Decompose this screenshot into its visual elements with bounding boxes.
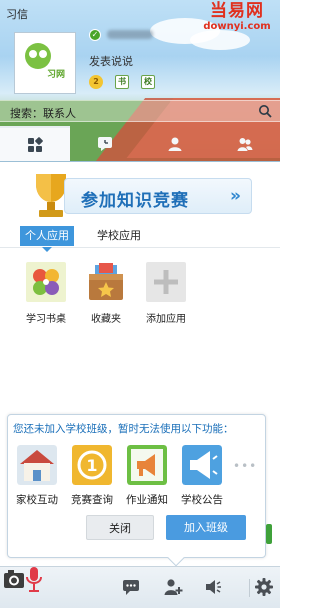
- feature-home-school[interactable]: 家校互动: [10, 445, 64, 507]
- avatar[interactable]: 习网: [14, 32, 76, 94]
- recent-chat-icon: [98, 137, 112, 151]
- signature-text[interactable]: 发表说说: [89, 53, 133, 69]
- personal-app-grid: 学习书桌 收藏夹 添加应用: [0, 262, 280, 325]
- tab-personal-apps[interactable]: 个人应用: [20, 226, 74, 252]
- app-label: 收藏夹: [91, 314, 121, 325]
- feature-label: 作业通知: [126, 494, 168, 506]
- level-badge-icon[interactable]: 2: [89, 75, 103, 89]
- popup-pointer: [167, 549, 185, 567]
- profile-header: 习信 当易网 downyi.com 习网 ✓ 发表说说 2 书 校 搜索：联系人: [0, 0, 280, 162]
- feature-label: 学校公告: [181, 494, 223, 506]
- tab-recent[interactable]: [70, 126, 140, 161]
- tab-contacts[interactable]: [140, 126, 210, 161]
- window-title: 习信: [6, 8, 28, 21]
- feature-label: 家校互动: [16, 494, 58, 506]
- search-placeholder: 搜索：联系人: [10, 107, 76, 120]
- watermark-sub: downyi.com: [203, 21, 271, 32]
- promo-arrow-icon: »: [230, 186, 241, 206]
- tab-groups[interactable]: [210, 126, 280, 161]
- megaphone-icon: [127, 445, 167, 485]
- close-button[interactable]: 关闭: [86, 515, 154, 540]
- feature-homework-notice[interactable]: 作业通知: [120, 445, 174, 507]
- feature-label: 竞赛查询: [71, 494, 113, 506]
- search-icon[interactable]: [258, 104, 272, 118]
- feature-contest-query[interactable]: 1 竞赛查询: [65, 445, 119, 507]
- clover-icon: [26, 262, 66, 302]
- contest-promo-banner[interactable]: 参加知识竞赛 »: [0, 170, 280, 222]
- search-input[interactable]: 搜索：联系人: [0, 100, 280, 122]
- toolbar-separator: [249, 579, 250, 597]
- promo-box: 参加知识竞赛 »: [64, 178, 252, 214]
- bottom-toolbar: [0, 566, 280, 608]
- book-badge-icon[interactable]: 书: [115, 75, 129, 89]
- popup-message: 您还未加入学校班级，暂时无法使用以下功能：: [13, 423, 234, 435]
- app-add[interactable]: 添加应用: [138, 262, 194, 325]
- tab-apps[interactable]: [0, 126, 70, 161]
- medal-icon: 1: [72, 445, 112, 485]
- apps-grid-icon: [28, 137, 43, 152]
- favorites-box-icon: [89, 263, 123, 300]
- tab-school-apps[interactable]: 学校应用: [92, 226, 146, 246]
- feature-school-announcement[interactable]: 学校公告: [175, 445, 229, 507]
- username-blurred: [107, 30, 153, 39]
- volume-icon[interactable]: [203, 577, 223, 597]
- school-badge-icon[interactable]: 校: [141, 75, 155, 89]
- logo-text: 习网: [47, 70, 66, 80]
- main-tab-bar: [0, 126, 280, 161]
- camera-mic-icon[interactable]: [2, 561, 46, 599]
- join-class-popup: 您还未加入学校班级，暂时无法使用以下功能： 家校互动 1 竞赛查询 作业通知 学…: [7, 414, 266, 567]
- chat-icon[interactable]: [121, 577, 141, 597]
- settings-icon[interactable]: [254, 577, 274, 597]
- app-label: 学习书桌: [26, 314, 66, 325]
- add-icon: [146, 262, 186, 302]
- loudspeaker-icon: [182, 445, 222, 485]
- more-features-icon[interactable]: •••: [233, 459, 257, 473]
- online-status-icon[interactable]: ✓: [89, 29, 101, 41]
- watermark-main: 当易网: [210, 1, 264, 21]
- contact-icon: [168, 137, 182, 151]
- home-icon: [17, 445, 57, 485]
- app-label: 添加应用: [146, 314, 186, 325]
- join-class-button[interactable]: 加入班级: [166, 515, 246, 540]
- watermark-logo: 当易网 downyi.com: [200, 2, 274, 36]
- group-icon: [237, 138, 253, 151]
- app-study-desk[interactable]: 学习书桌: [18, 262, 74, 325]
- app-category-tabs: 个人应用 学校应用: [0, 226, 280, 252]
- promo-text: 参加知识竞赛: [81, 191, 189, 211]
- svg-text:1: 1: [86, 456, 97, 475]
- logo-eye: [39, 50, 47, 58]
- app-favorites[interactable]: 收藏夹: [78, 262, 134, 325]
- logo-eye: [29, 50, 37, 58]
- add-contact-icon[interactable]: [163, 577, 183, 597]
- side-indicator: [266, 524, 272, 544]
